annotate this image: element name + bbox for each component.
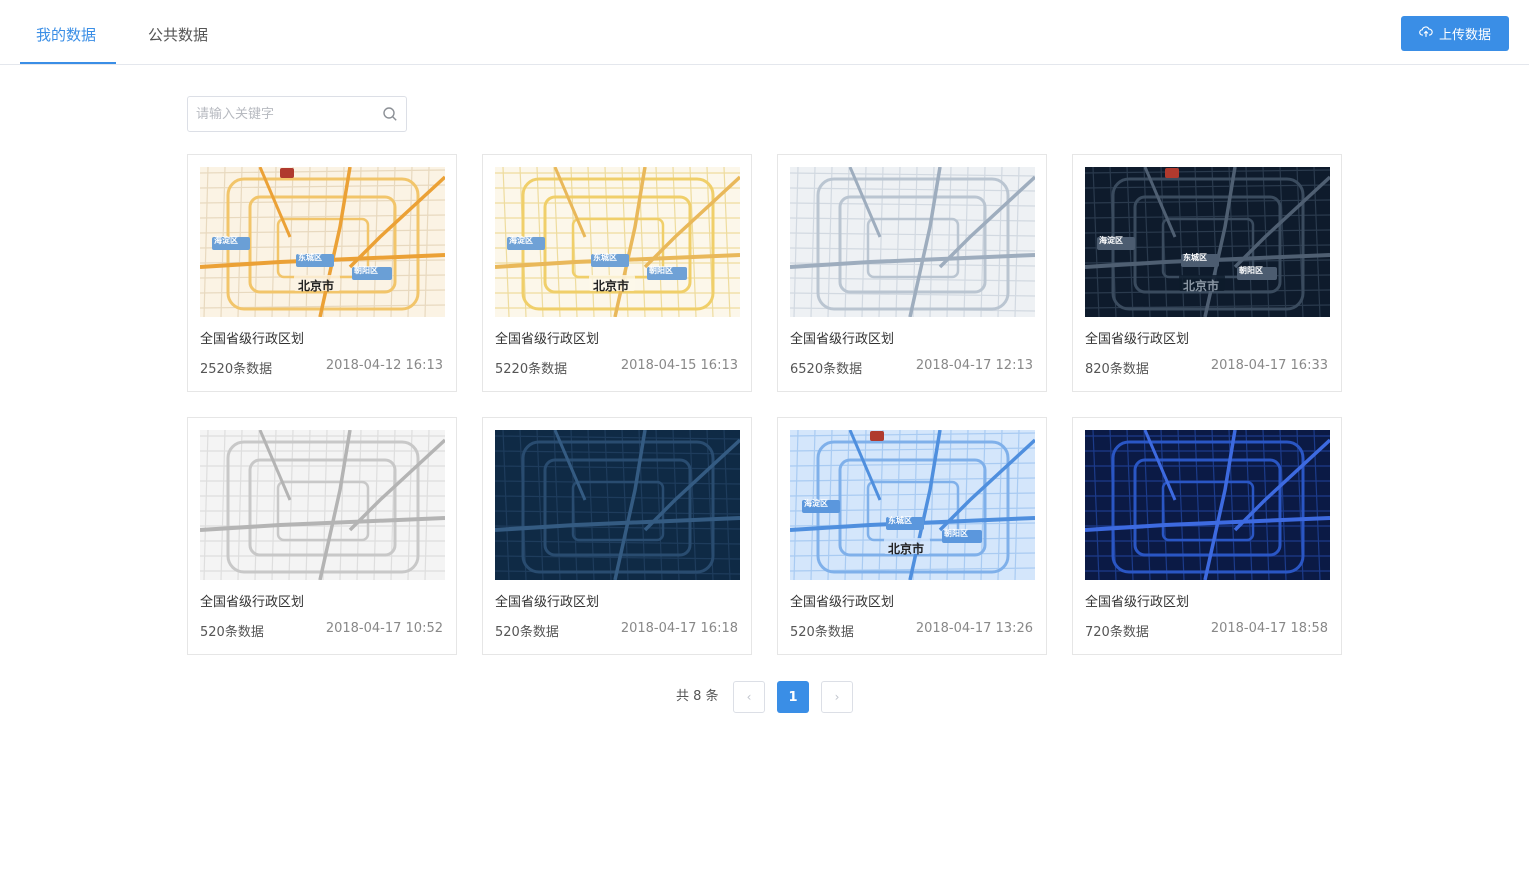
dataset-card[interactable]: 全国省级行政区划 520条数据 2018-04-17 13:26 海淀区东城区朝阳区北…: [777, 417, 1047, 655]
dataset-date: 2018-04-17 10:52: [325, 621, 443, 636]
map-district-label: 东城区: [1183, 253, 1207, 262]
dataset-title: 全国省级行政区划: [200, 595, 305, 610]
pagination: 共 8 条 ‹ 1 ›: [0, 681, 1529, 713]
dataset-title: 全国省级行政区划: [495, 332, 600, 347]
map-district-label: 东城区: [298, 253, 322, 262]
dataset-card[interactable]: 全国省级行政区划 5220条数据 2018-04-15 16:13 海淀区东城区朝阳区…: [482, 154, 752, 392]
map-district-label: 东城区: [888, 516, 912, 525]
dataset-card[interactable]: 全国省级行政区划 820条数据 2018-04-17 16:33 海淀区东城区朝阳区北…: [1072, 154, 1342, 392]
top-bar: 我的数据 公共数据 上传数据: [0, 0, 1529, 65]
map-district-label: 朝阳区: [1239, 266, 1263, 275]
map-thumbnail: [495, 430, 740, 580]
dataset-count: 720条数据: [1085, 625, 1149, 640]
dataset-title: 全国省级行政区划: [790, 332, 895, 347]
map-district-label: 海淀区: [804, 499, 828, 508]
tab-my-data[interactable]: 我的数据: [36, 0, 96, 65]
dataset-count: 5220条数据: [495, 362, 568, 377]
dataset-date: 2018-04-17 16:18: [620, 621, 738, 636]
map-district-label: 北京市: [1183, 279, 1220, 293]
map-district-label: 朝阳区: [944, 529, 968, 538]
map-district-label: 北京市: [298, 279, 335, 293]
dataset-card[interactable]: 全国省级行政区划 720条数据 2018-04-17 18:58: [1072, 417, 1342, 655]
dataset-count: 520条数据: [495, 625, 559, 640]
map-district-label: 海淀区: [1099, 236, 1123, 245]
dataset-date: 2018-04-15 16:13: [620, 358, 738, 373]
tab-public-data[interactable]: 公共数据: [148, 0, 208, 65]
search-input[interactable]: [188, 97, 378, 131]
map-district-label: 朝阳区: [354, 266, 378, 275]
dataset-count: 520条数据: [790, 625, 854, 640]
dataset-title: 全国省级行政区划: [200, 332, 305, 347]
pagination-total: 共 8 条: [676, 689, 719, 704]
dataset-count: 2520条数据: [200, 362, 273, 377]
upload-data-button[interactable]: 上传数据: [1401, 16, 1509, 51]
dataset-title: 全国省级行政区划: [495, 595, 600, 610]
map-district-label: 朝阳区: [649, 266, 673, 275]
dataset-count: 6520条数据: [790, 362, 863, 377]
dataset-date: 2018-04-17 12:13: [915, 358, 1033, 373]
next-page-button[interactable]: ›: [821, 681, 853, 713]
chevron-right-icon: ›: [834, 690, 840, 704]
cloud-upload-icon: [1419, 25, 1433, 43]
map-district-label: 北京市: [888, 542, 925, 556]
dataset-date: 2018-04-17 13:26: [915, 621, 1033, 636]
map-thumbnail: [1085, 430, 1330, 580]
map-thumbnail: [790, 167, 1035, 317]
dataset-card[interactable]: 全国省级行政区划 520条数据 2018-04-17 16:18: [482, 417, 752, 655]
prev-page-button[interactable]: ‹: [733, 681, 765, 713]
dataset-title: 全国省级行政区划: [1085, 332, 1190, 347]
dataset-date: 2018-04-17 18:58: [1210, 621, 1328, 636]
dataset-count: 520条数据: [200, 625, 264, 640]
page-1-button[interactable]: 1: [777, 681, 809, 713]
dataset-title: 全国省级行政区划: [1085, 595, 1190, 610]
dataset-count: 820条数据: [1085, 362, 1149, 377]
chevron-left-icon: ‹: [746, 690, 752, 704]
upload-data-label: 上传数据: [1438, 28, 1491, 43]
dataset-title: 全国省级行政区划: [790, 595, 895, 610]
map-district-label: 北京市: [593, 279, 630, 293]
dataset-card[interactable]: 全国省级行政区划 520条数据 2018-04-17 10:52: [187, 417, 457, 655]
dataset-date: 2018-04-17 16:33: [1210, 358, 1328, 373]
dataset-card[interactable]: 全国省级行政区划 2520条数据 2018-04-12 16:13 海淀区东城区朝阳区…: [187, 154, 457, 392]
dataset-card[interactable]: 全国省级行政区划 6520条数据 2018-04-17 12:13: [777, 154, 1047, 392]
search-icon[interactable]: [382, 106, 398, 122]
map-district-label: 东城区: [593, 253, 617, 262]
active-tab-indicator: [20, 62, 116, 64]
dataset-date: 2018-04-12 16:13: [325, 358, 443, 373]
map-district-label: 海淀区: [214, 236, 238, 245]
map-district-label: 海淀区: [509, 236, 533, 245]
search-box: [187, 96, 407, 132]
map-thumbnail: [200, 430, 445, 580]
